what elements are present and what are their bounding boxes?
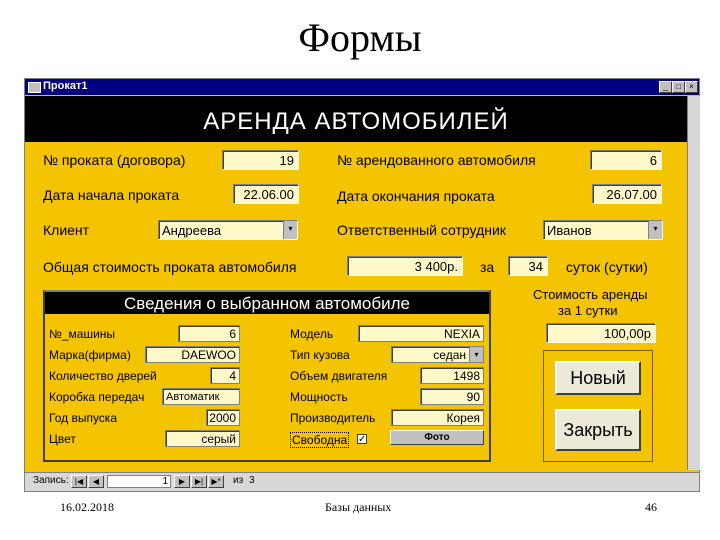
- end-date-field[interactable]: 26.07.00: [592, 184, 662, 204]
- record-navigation-bar: Запись: |◀ ◀ 1 ▶ ▶| ▶* из 3: [25, 472, 699, 491]
- dropdown-arrow-icon[interactable]: ▾: [469, 347, 483, 362]
- dropdown-arrow-icon[interactable]: ▾: [648, 221, 662, 239]
- rental-no-field[interactable]: 19: [222, 150, 299, 170]
- slide-title: Формы: [298, 15, 422, 60]
- minimize-button[interactable]: _: [659, 81, 672, 93]
- total-cost-field[interactable]: 3 400р.: [347, 256, 463, 276]
- last-record-button[interactable]: ▶|: [191, 475, 207, 488]
- next-record-button[interactable]: ▶: [174, 475, 190, 488]
- total-cost-label: Общая стоимость проката автомобиля: [43, 259, 297, 275]
- start-date-label: Дата начала проката: [43, 187, 180, 203]
- sub-year-label: Год выпуска: [49, 411, 117, 425]
- daily-cost-field[interactable]: 100,00р: [546, 323, 656, 343]
- sub-body-combobox[interactable]: седан ▾: [391, 346, 484, 363]
- close-window-button[interactable]: ×: [685, 81, 698, 93]
- sub-maker-label: Производитель: [290, 411, 376, 425]
- sub-brand-field[interactable]: DAEWOO: [145, 346, 240, 363]
- employee-combobox[interactable]: Иванов ▾: [543, 220, 663, 240]
- sub-color-field[interactable]: серый: [165, 430, 240, 447]
- car-details-subform: Сведения о выбранном автомобиле №_машины…: [43, 290, 491, 462]
- close-button[interactable]: Закрыть: [555, 409, 641, 451]
- car-no-label: № арендованного автомобиля: [337, 152, 536, 168]
- footer-date: 16.02.2018: [60, 500, 114, 514]
- record-number-input[interactable]: 1: [107, 475, 171, 488]
- sub-free-label: Свободна: [290, 432, 350, 448]
- rental-no-label: № проката (договора): [43, 152, 186, 168]
- new-button[interactable]: Новый: [555, 361, 641, 395]
- window-titlebar: Прокат1 _ □ ×: [25, 79, 699, 95]
- first-record-button[interactable]: |◀: [71, 475, 87, 488]
- end-date-label: Дата окончания проката: [337, 188, 495, 204]
- sub-engine-label: Объем двигателя: [290, 369, 388, 383]
- window-title: Прокат1: [43, 80, 88, 92]
- sub-maker-field[interactable]: Корея: [391, 409, 484, 426]
- records-total: 3: [249, 475, 255, 486]
- form-window: Прокат1 _ □ × АРЕНДА АВТОМОБИЛЕЙ № прока…: [24, 78, 700, 492]
- days-field[interactable]: 34: [508, 256, 548, 276]
- sub-power-field[interactable]: 90: [420, 388, 484, 405]
- car-no-field[interactable]: 6: [590, 150, 662, 170]
- free-checkbox[interactable]: ✓: [357, 434, 367, 445]
- days-label: суток (сутки): [566, 259, 648, 275]
- footer-title: Базы данных: [325, 500, 392, 514]
- sub-engine-field[interactable]: 1498: [420, 367, 484, 384]
- action-button-group: Новый Закрыть: [543, 350, 653, 462]
- start-date-field[interactable]: 22.06.00: [233, 184, 299, 204]
- sub-model-label: Модель: [290, 327, 334, 341]
- client-label: Клиент: [43, 222, 90, 238]
- sub-brand-label: Марка(фирма): [49, 348, 131, 362]
- for-label: за: [480, 259, 495, 275]
- sub-body-label: Тип кузова: [290, 348, 350, 362]
- sub-doors-label: Количество дверей: [49, 369, 157, 383]
- prev-record-button[interactable]: ◀: [88, 475, 104, 488]
- employee-label: Ответственный сотрудник: [337, 222, 506, 238]
- of-label: из: [233, 475, 244, 486]
- form-header-title: АРЕНДА АВТОМОБИЛЕЙ: [203, 108, 509, 135]
- new-record-button[interactable]: ▶*: [208, 475, 224, 488]
- form-header: АРЕНДА АВТОМОБИЛЕЙ: [25, 96, 687, 142]
- sub-year-field[interactable]: 2000: [206, 409, 240, 426]
- daily-cost-label-2: за 1 сутки: [558, 303, 618, 318]
- sub-color-label: Цвет: [49, 432, 76, 446]
- footer-page-number: 46: [645, 500, 657, 514]
- vertical-scrollbar[interactable]: [687, 96, 700, 470]
- form-icon: [28, 82, 41, 93]
- photo-button[interactable]: Фото: [390, 430, 484, 445]
- daily-cost-label-1: Стоимость аренды: [533, 287, 648, 302]
- sub-doors-field[interactable]: 4: [210, 367, 240, 384]
- maximize-button[interactable]: □: [672, 81, 685, 93]
- dropdown-arrow-icon[interactable]: ▾: [283, 221, 297, 239]
- records-label: Запись:: [33, 475, 69, 486]
- subform-header: Сведения о выбранном автомобиле: [45, 292, 489, 314]
- sub-car-no-field[interactable]: 6: [178, 325, 240, 342]
- subform-title: Сведения о выбранном автомобиле: [123, 294, 410, 313]
- sub-car-no-label: №_машины: [49, 327, 116, 341]
- sub-gearbox-field[interactable]: Автоматик: [162, 388, 240, 405]
- sub-power-label: Мощность: [290, 390, 348, 404]
- employee-value: Иванов: [547, 223, 592, 238]
- sub-model-field[interactable]: NEXIA: [358, 325, 484, 342]
- sub-body-value: седан: [433, 348, 466, 362]
- client-combobox[interactable]: Андреева ▾: [158, 220, 298, 240]
- client-value: Андреева: [162, 223, 222, 238]
- sub-gearbox-label: Коробка передач: [49, 390, 145, 404]
